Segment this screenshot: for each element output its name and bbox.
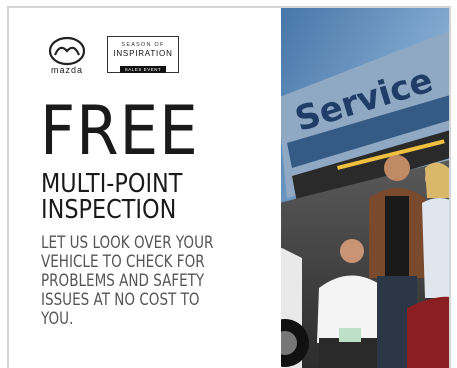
offer-panel: mazda SEASON OF INSPIRATION SALES EVENT … bbox=[9, 8, 281, 368]
ad-card: Service mazda SEASON OF INSPIRATION SALE… bbox=[0, 0, 457, 368]
ad-frame: Service mazda SEASON OF INSPIRATION SALE… bbox=[7, 6, 451, 368]
event-badge: SEASON OF INSPIRATION SALES EVENT bbox=[107, 36, 179, 73]
headline-subtitle: MULTI-POINT INSPECTION bbox=[41, 171, 182, 223]
body-line: YOU. bbox=[41, 309, 74, 328]
headline-free: FREE bbox=[40, 92, 199, 171]
body-line: VEHICLE TO CHECK FOR bbox=[41, 252, 205, 271]
event-badge-line3: SALES EVENT bbox=[119, 66, 167, 73]
body-line: PROBLEMS AND SAFETY bbox=[41, 271, 205, 290]
service-photo: Service bbox=[257, 8, 449, 368]
offer-body: LET US LOOK OVER YOUR VEHICLE TO CHECK F… bbox=[41, 233, 254, 328]
event-badge-line2: INSPIRATION bbox=[113, 49, 173, 58]
body-line: ISSUES AT NO COST TO bbox=[41, 290, 200, 309]
photo-illustration: Service bbox=[257, 8, 449, 368]
headline-line1: MULTI-POINT bbox=[41, 169, 183, 199]
mazda-emblem-icon bbox=[48, 36, 86, 66]
brand-wordmark: mazda bbox=[50, 65, 83, 75]
body-line: LET US LOOK OVER YOUR bbox=[41, 233, 214, 252]
event-badge-line1: SEASON OF bbox=[121, 42, 165, 48]
headline-line2: INSPECTION bbox=[41, 195, 177, 225]
mazda-logo: mazda bbox=[43, 35, 91, 75]
